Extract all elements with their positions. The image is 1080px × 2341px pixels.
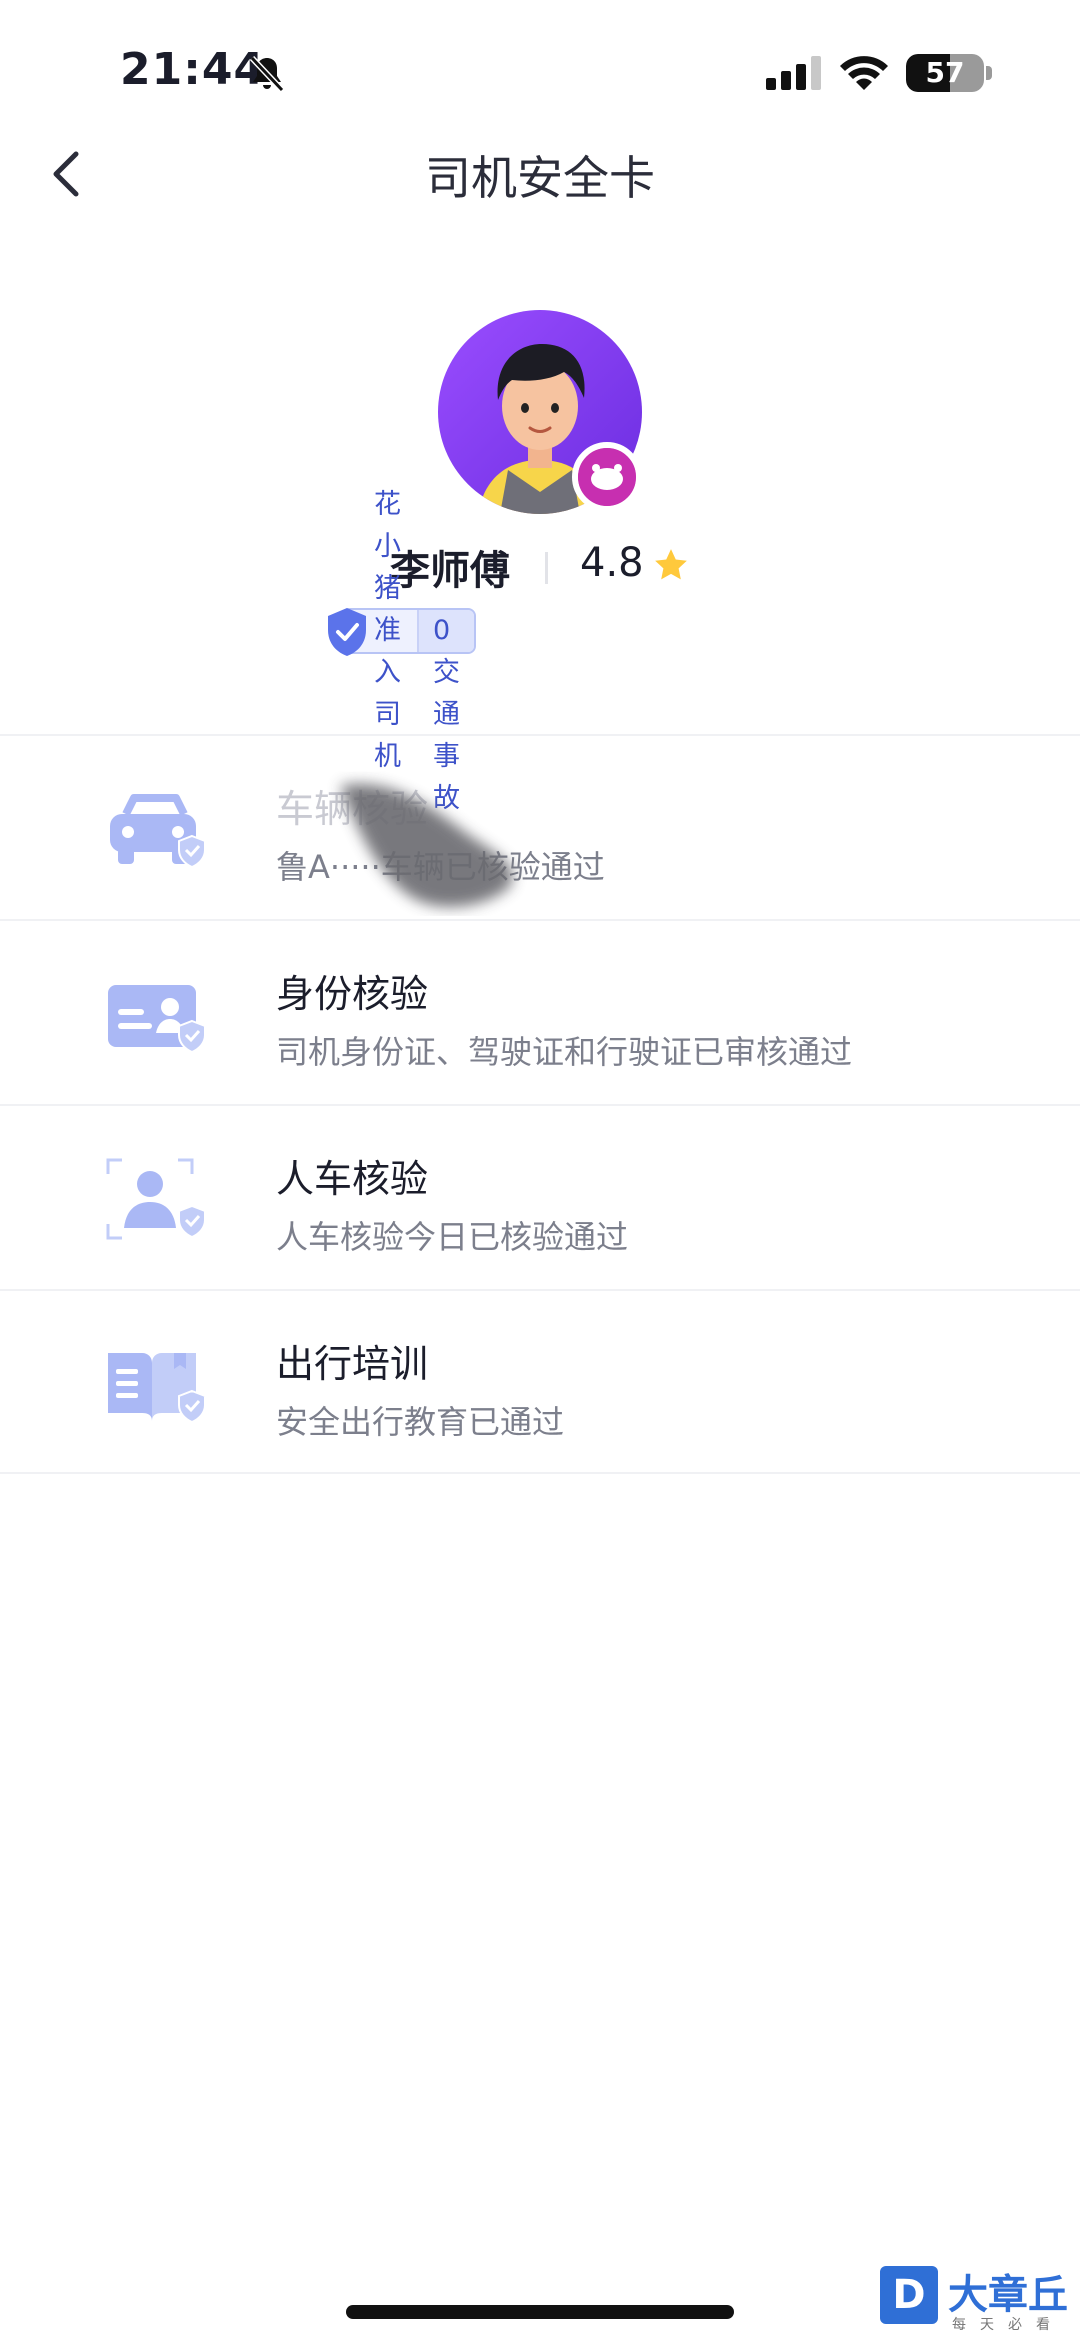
list-item-identity[interactable]: 身份核验 司机身份证、驾驶证和行驶证已审核通过	[0, 919, 1080, 1104]
status-bar: 21:44 57	[0, 0, 1080, 140]
brand-pig-badge-icon	[572, 442, 642, 512]
list-item-vehicle[interactable]: 车辆核验 鲁A·····车辆已核验通过	[0, 734, 1080, 919]
accident-tag: 0交通事故	[417, 610, 474, 814]
id-card-shield-icon	[108, 985, 206, 1054]
driver-rating: 4.8	[580, 540, 644, 586]
item-desc: 司机身份证、驾驶证和行驶证已审核通过	[276, 1033, 853, 1071]
nav-bar: 司机安全卡	[0, 130, 1080, 220]
battery-tip	[986, 66, 992, 80]
watermark-logo: D	[880, 2266, 938, 2324]
wifi-icon	[840, 56, 888, 90]
battery-level: 57	[925, 56, 965, 89]
car-shield-icon	[110, 794, 206, 869]
home-indicator[interactable]	[346, 2305, 734, 2319]
cellular-signal-icon	[766, 56, 821, 90]
watermark-name: 大章丘	[948, 2272, 1068, 2318]
page-title: 司机安全卡	[425, 151, 655, 205]
item-title: 身份核验	[276, 972, 429, 1016]
battery-indicator: 57	[906, 54, 984, 92]
avatar	[438, 310, 642, 514]
item-desc: 安全出行教育已通过	[276, 1403, 565, 1441]
bell-muted-icon	[249, 55, 285, 93]
item-desc: 人车核验今日已核验通过	[276, 1218, 629, 1256]
privacy-smudge	[340, 784, 513, 907]
driver-name-row: 李师傅 4.8	[0, 538, 1080, 598]
verification-list: 车辆核验 鲁A·····车辆已核验通过 身份核验 司机身份证、驾驶证和行驶证已审…	[0, 734, 1080, 1474]
list-item-training[interactable]: 出行培训 安全出行教育已通过	[0, 1289, 1080, 1474]
name-divider	[545, 552, 548, 584]
verified-shield-icon	[328, 608, 366, 656]
face-scan-shield-icon	[106, 1158, 206, 1240]
item-title: 人车核验	[276, 1157, 429, 1201]
status-time: 21:44	[120, 44, 266, 95]
book-shield-icon	[108, 1353, 206, 1424]
item-title: 出行培训	[276, 1342, 429, 1386]
list-item-face-check[interactable]: 人车核验 人车核验今日已核验通过	[0, 1104, 1080, 1289]
star-icon	[655, 549, 687, 580]
watermark: D 大章丘 每天必看	[880, 2262, 1080, 2341]
watermark-slogan: 每天必看	[952, 2317, 1064, 2333]
